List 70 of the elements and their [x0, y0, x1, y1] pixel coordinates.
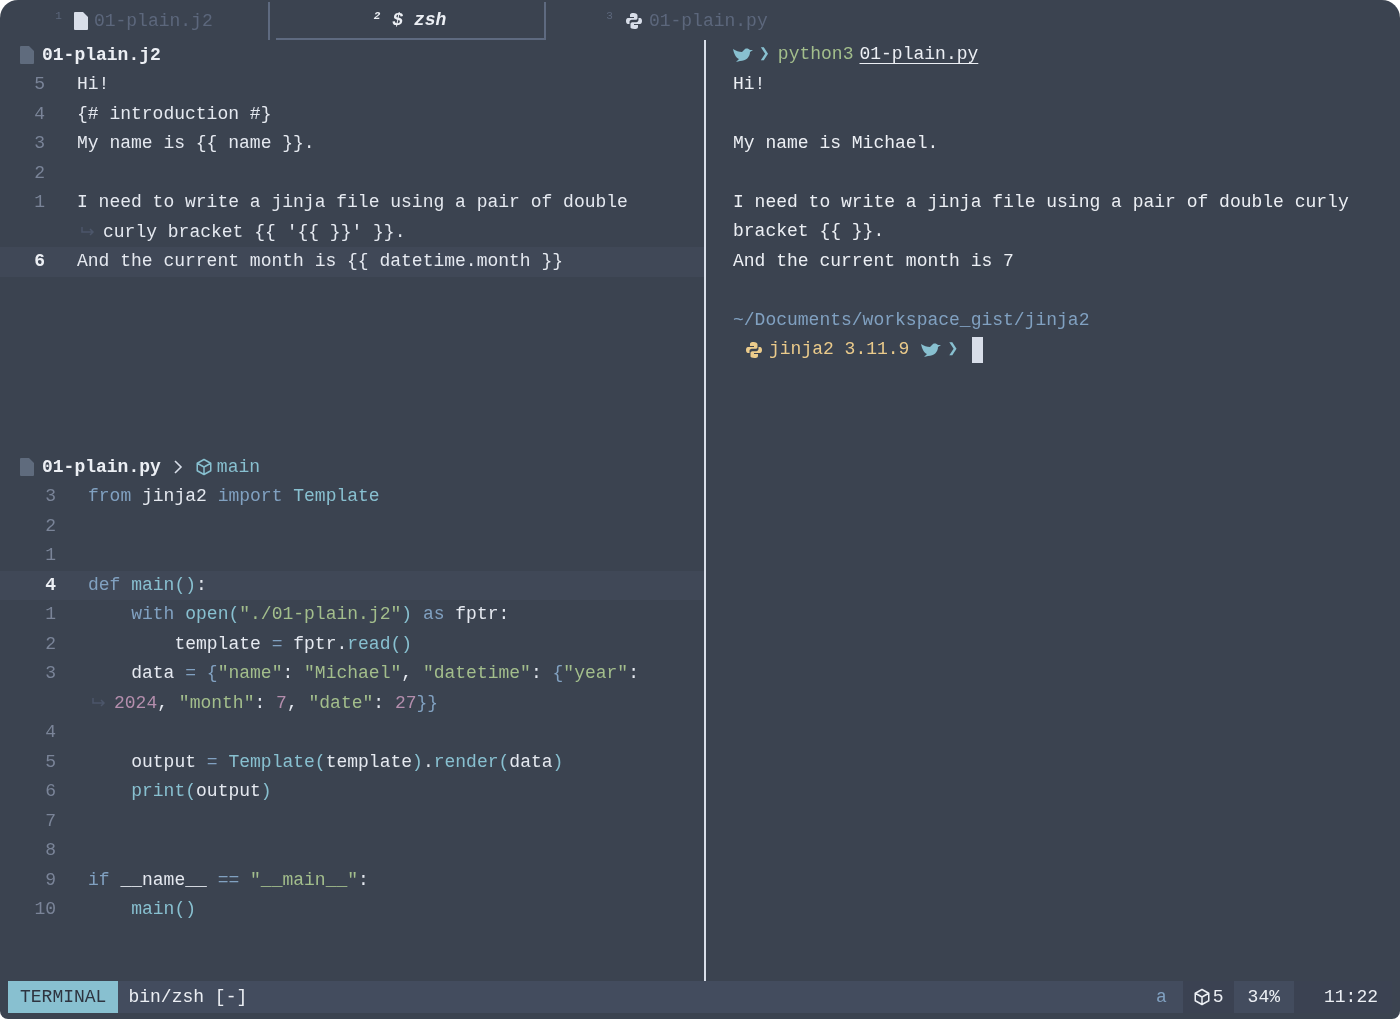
- line-number: 6: [34, 250, 45, 274]
- output-line: Hi!: [733, 72, 766, 96]
- code-line: My name is {{ name }}.: [77, 132, 315, 156]
- output-line: I need to write a jinja file using a pair of double curly: [733, 190, 1349, 214]
- code-line: curly bracket {{ '{{ }}' }}.: [103, 220, 406, 244]
- code-line: def main():: [88, 573, 207, 597]
- line-number: 4: [34, 102, 45, 126]
- python-icon: [624, 12, 643, 30]
- line-number: 5: [34, 73, 45, 97]
- code-line: main(): [130, 898, 197, 922]
- line-number: 1: [45, 603, 56, 627]
- line-number: 2: [34, 161, 45, 185]
- bird-icon: [921, 341, 942, 358]
- code-line: print(output): [130, 780, 272, 804]
- line-number: 6: [45, 780, 56, 804]
- cube-icon: [1192, 988, 1211, 1006]
- python-environment: jinja2 3.11.9: [769, 338, 910, 362]
- line-number: 1: [45, 544, 56, 568]
- code-line: data = {"name": "Michael", "datetime": {"year":: [130, 662, 639, 686]
- code-line: 2024, "month": 7, "date": 27}}: [114, 691, 439, 715]
- code-line: {# introduction #}: [77, 102, 272, 126]
- line-number: 3: [45, 485, 56, 509]
- file-name: bin/zsh [-]: [128, 985, 248, 1009]
- line-number: 4: [45, 573, 56, 597]
- python-icon: [745, 340, 763, 359]
- line-number: 3: [45, 662, 56, 686]
- code-line: with open("./01-plain.j2") as fptr:: [130, 603, 510, 627]
- file-icon: [73, 12, 88, 30]
- output-line: bracket {{ }}.: [733, 220, 885, 244]
- code-line: output = Template(template).render(data): [130, 750, 564, 774]
- current-path: ~/Documents/workspace_gist/jinja2: [733, 308, 1090, 332]
- command-argument: 01-plain.py: [859, 43, 979, 67]
- command-text: python3: [777, 43, 854, 67]
- symbol-count: 5: [1212, 985, 1224, 1009]
- code-line: from jinja2 import Template: [88, 485, 380, 509]
- line-number: 9: [45, 868, 56, 892]
- code-line: if __name__ == "__main__":: [88, 868, 369, 892]
- code-line: And the current month is {{ datetime.month }}: [77, 250, 564, 274]
- line-number: 5: [45, 750, 56, 774]
- file-title: 01-plain.py: [42, 455, 161, 479]
- tab[interactable]: 2 $ zsh: [276, 2, 546, 40]
- register-indicator: a: [1155, 985, 1167, 1009]
- clock-time: 11:22: [1294, 981, 1392, 1013]
- file-title: 01-plain.j2: [42, 43, 161, 67]
- code-line: Hi!: [77, 73, 110, 97]
- tab-label: $ zsh: [392, 8, 447, 32]
- chevron-icon: [172, 460, 183, 474]
- prompt-chevron: ❯: [947, 338, 959, 362]
- output-line: My name is Michael.: [733, 131, 939, 155]
- line-number: 8: [45, 839, 56, 863]
- cube-icon: [194, 458, 213, 476]
- text-cursor: [972, 336, 984, 363]
- code-line: template = fptr.read(): [173, 632, 413, 656]
- breadcrumb-symbol[interactable]: main: [216, 453, 261, 481]
- mode-indicator: TERMINAL: [8, 981, 119, 1013]
- line-number: 2: [45, 514, 56, 538]
- bird-icon: [733, 46, 753, 63]
- tab-number: 2: [373, 9, 381, 24]
- output-line: And the current month is 7: [733, 249, 1014, 273]
- line-number: 2: [45, 632, 56, 656]
- line-number: 3: [34, 132, 45, 156]
- scroll-percent: 34%: [1246, 985, 1281, 1009]
- file-icon: [20, 458, 34, 476]
- code-line: I need to write a jinja file using a pair of double: [77, 191, 628, 215]
- line-number: 10: [34, 898, 56, 922]
- prompt-chevron: ❯: [759, 43, 770, 67]
- file-icon: [20, 46, 34, 64]
- line-number: 7: [45, 809, 56, 833]
- line-number: 4: [45, 721, 56, 745]
- line-number: 1: [34, 191, 45, 215]
